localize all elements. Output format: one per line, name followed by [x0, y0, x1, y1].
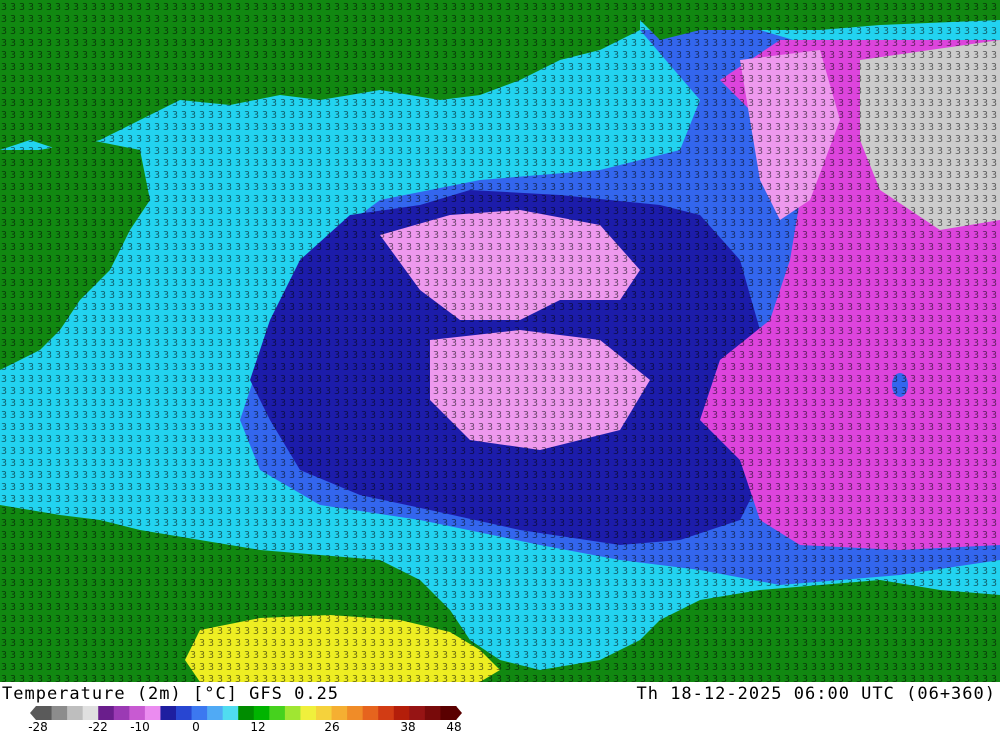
colorbar-swatch [129, 706, 146, 720]
colorbar-swatch [98, 706, 115, 720]
colorbar-tick-label: -28 [28, 720, 48, 734]
colorbar-swatch [36, 706, 53, 720]
colorbar-swatch [409, 706, 426, 720]
colorbar-swatch [191, 706, 208, 720]
colorbar-tick-label: 38 [400, 720, 416, 734]
temperature-map: 3 [0, 0, 1000, 682]
colorbar-swatch [440, 706, 457, 720]
colorbar-swatch [378, 706, 395, 720]
colorbar-swatch [176, 706, 193, 720]
colorbar [30, 706, 462, 720]
colorbar-tick-label: 48 [446, 720, 462, 734]
colorbar-swatch [300, 706, 317, 720]
colorbar-swatch [393, 706, 410, 720]
colorbar-arrow-right [456, 706, 462, 720]
colorbar-swatch [238, 706, 255, 720]
colorbar-swatch [160, 706, 177, 720]
colorbar-swatch [207, 706, 224, 720]
valid-time: Th 18-12-2025 06:00 UTC (06+360) [636, 684, 996, 704]
colorbar-swatch [347, 706, 364, 720]
colorbar-swatch [331, 706, 348, 720]
colorbar-swatch [113, 706, 130, 720]
colorbar-swatch [284, 706, 301, 720]
colorbar-swatch [82, 706, 99, 720]
colorbar-arrow-left [30, 706, 36, 720]
colorbar-swatch [362, 706, 379, 720]
product-title: Temperature (2m) [°C] GFS 0.25 [2, 684, 340, 704]
colorbar-swatch [269, 706, 286, 720]
value-grid-overlay [0, 0, 1000, 682]
map-canvas: 3 [0, 0, 1000, 682]
colorbar-swatch [144, 706, 161, 720]
colorbar-swatch [253, 706, 270, 720]
colorbar-swatch [222, 706, 239, 720]
colorbar-tick-label: -10 [130, 720, 150, 734]
colorbar-swatch [424, 706, 441, 720]
colorbar-swatch [316, 706, 333, 720]
colorbar-tick-label: 0 [192, 720, 200, 734]
colorbar-tick-label: 26 [324, 720, 340, 734]
colorbar-tick-label: -22 [88, 720, 108, 734]
colorbar-swatch [51, 706, 68, 720]
colorbar-tick-label: 12 [250, 720, 266, 734]
colorbar-swatch [67, 706, 84, 720]
